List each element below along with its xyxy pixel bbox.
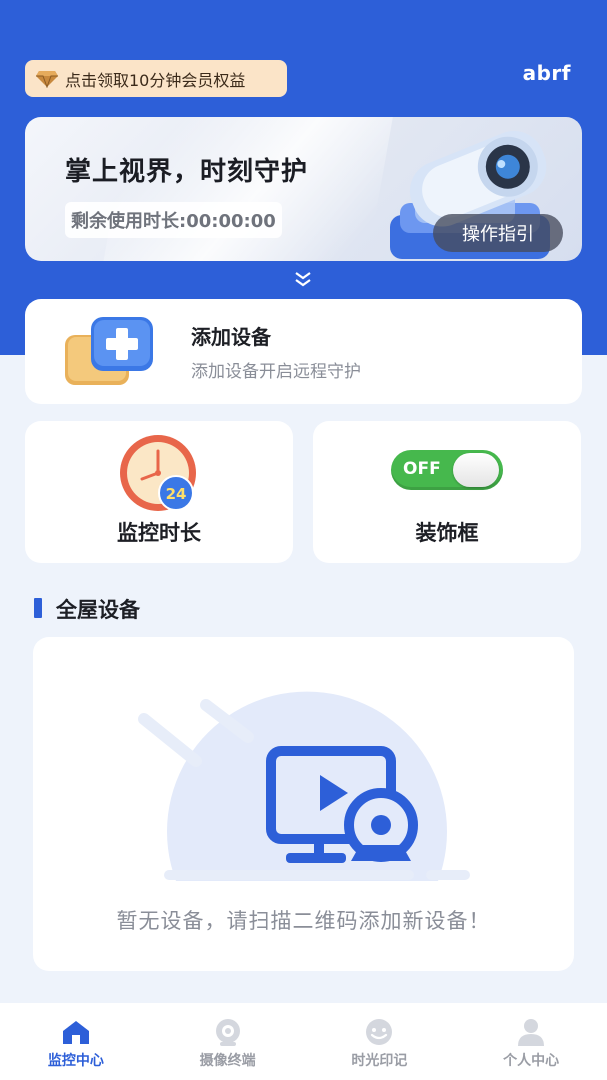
toggle-text: OFF <box>403 459 441 479</box>
banner-title: 掌上视界，时刻守护 <box>65 157 309 187</box>
empty-device-illustration <box>138 691 470 881</box>
tab-label: 监控中心 <box>47 1053 104 1069</box>
add-device-title: 添加设备 <box>191 325 271 349</box>
monitor-duration-label: 监控时长 <box>117 521 201 545</box>
section-title: 全屋设备 <box>56 598 140 622</box>
tab-personal-center[interactable]: 个人中心 <box>455 1003 607 1080</box>
tab-monitor-center[interactable]: 监控中心 <box>0 1003 152 1080</box>
double-chevron-down-icon[interactable] <box>292 270 314 288</box>
guide-button[interactable]: 操作指引 <box>433 214 563 252</box>
section-marker <box>34 598 42 618</box>
home-icon <box>62 1021 89 1044</box>
add-device-card[interactable]: 添加设备 添加设备开启远程守护 <box>25 299 582 404</box>
smile-icon <box>366 1019 393 1045</box>
toggle-off-icon[interactable]: OFF <box>391 450 503 490</box>
decoration-frame-label: 装饰框 <box>415 521 479 545</box>
decoration-frame-card[interactable]: OFF 装饰框 <box>313 421 581 563</box>
camera-icon <box>215 1019 240 1046</box>
add-device-icon <box>65 317 153 385</box>
tab-label: 时光印记 <box>351 1053 408 1069</box>
toggle-knob <box>453 453 499 487</box>
remaining-time: 剩余使用时长:00:00:00 <box>65 202 282 238</box>
tab-camera-terminal[interactable]: 摄像终端 <box>152 1003 304 1080</box>
add-device-subtitle: 添加设备开启远程守护 <box>191 362 361 382</box>
vip-promo-button[interactable]: 点击领取10分钟会员权益 <box>25 60 287 97</box>
monitor-duration-card[interactable]: 24 监控时长 <box>25 421 293 563</box>
empty-devices-card: 暂无设备，请扫描二维码添加新设备！ <box>33 637 574 971</box>
bottom-tab-bar: 监控中心 摄像终端 时光印记 个人中心 <box>0 1003 607 1080</box>
clock-24-icon: 24 <box>120 435 196 511</box>
vip-promo-label: 点击领取10分钟会员权益 <box>65 70 246 90</box>
empty-message: 暂无设备，请扫描二维码添加新设备！ <box>116 909 491 933</box>
person-icon <box>518 1019 545 1046</box>
tab-time-memories[interactable]: 时光印记 <box>304 1003 456 1080</box>
svg-text:24: 24 <box>166 485 187 503</box>
tab-label: 个人中心 <box>503 1053 560 1069</box>
username[interactable]: abrf <box>523 61 571 85</box>
tab-label: 摄像终端 <box>199 1053 256 1069</box>
diamond-icon <box>36 70 58 88</box>
banner: 掌上视界，时刻守护 剩余使用时长:00:00:00 操作指引 <box>25 117 582 261</box>
